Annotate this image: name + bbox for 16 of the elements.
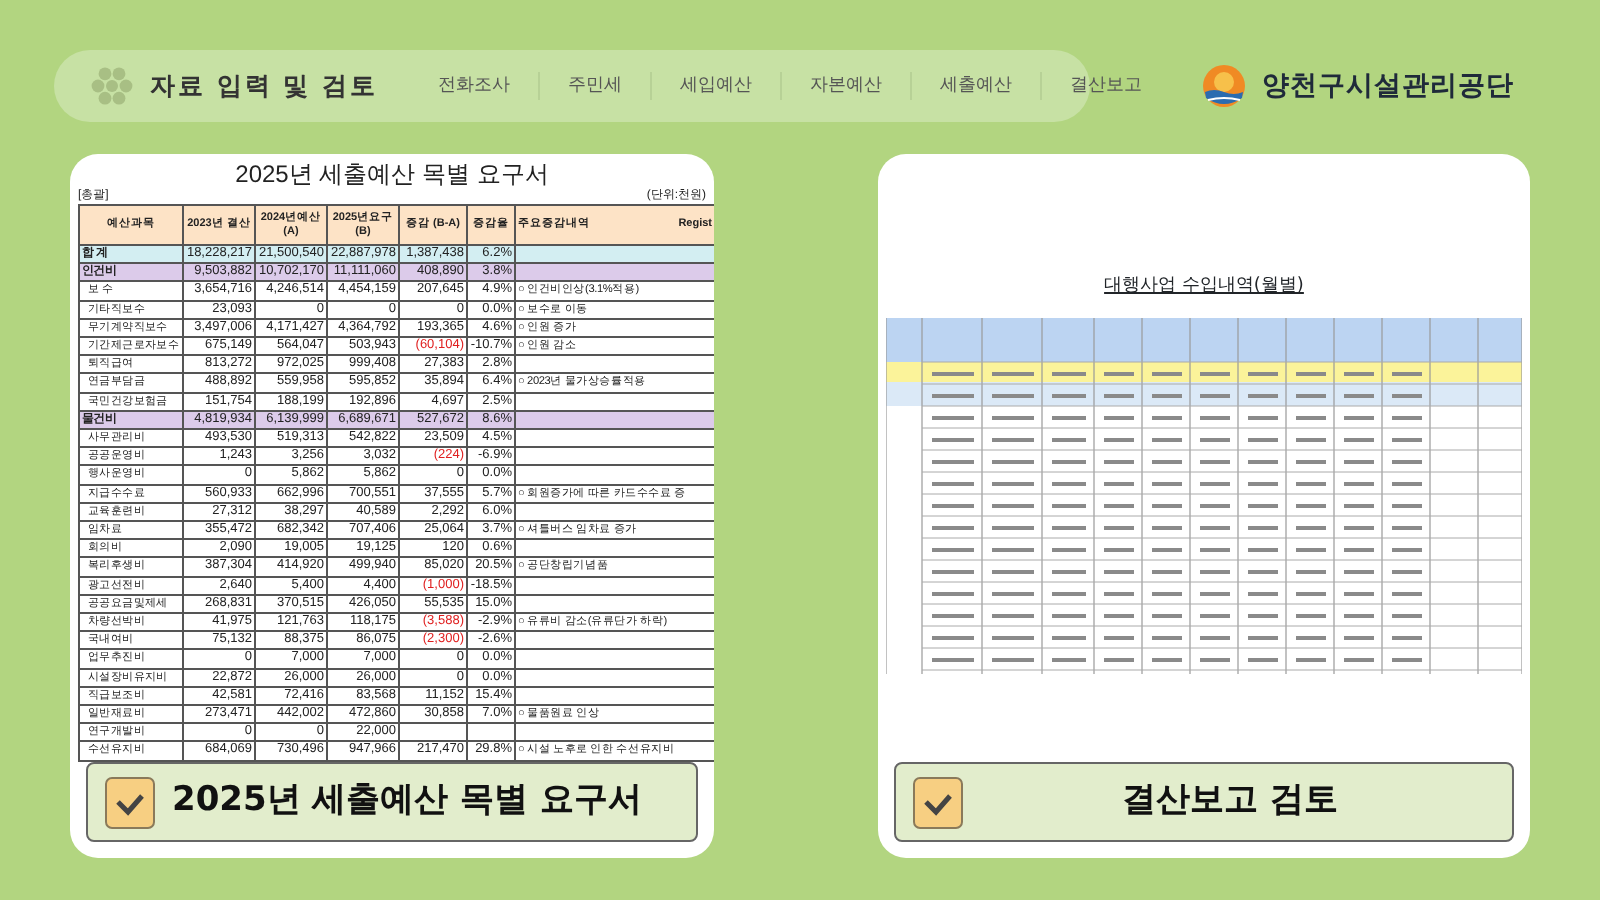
nav-title: 자료 입력 및 검토	[150, 67, 379, 104]
document-button[interactable]: 2025년 세출예산 목별 요구서	[86, 762, 698, 842]
sun-logo-icon	[1202, 64, 1246, 108]
nav-link[interactable]: 세출예산	[912, 72, 1043, 100]
document-button[interactable]: 결산보고 검토	[894, 762, 1514, 842]
nav-link[interactable]: 전화조사	[410, 72, 541, 100]
nav-link[interactable]: 주민세	[540, 72, 653, 100]
nav-link[interactable]: 자본예산	[782, 72, 913, 100]
document-title: 대행사업 수입내역(월별)	[1104, 274, 1304, 300]
nav-link[interactable]: 결산보고	[1042, 72, 1171, 100]
checkbox-icon	[104, 774, 156, 830]
brand-name: 양천구시설관리공단	[1262, 67, 1514, 106]
nav-link[interactable]: 세입예산	[652, 72, 783, 100]
document-title: 2025년 세출예산 목별 요구서	[233, 162, 551, 188]
checkbox-icon	[912, 774, 964, 830]
flower-icon	[90, 64, 134, 108]
